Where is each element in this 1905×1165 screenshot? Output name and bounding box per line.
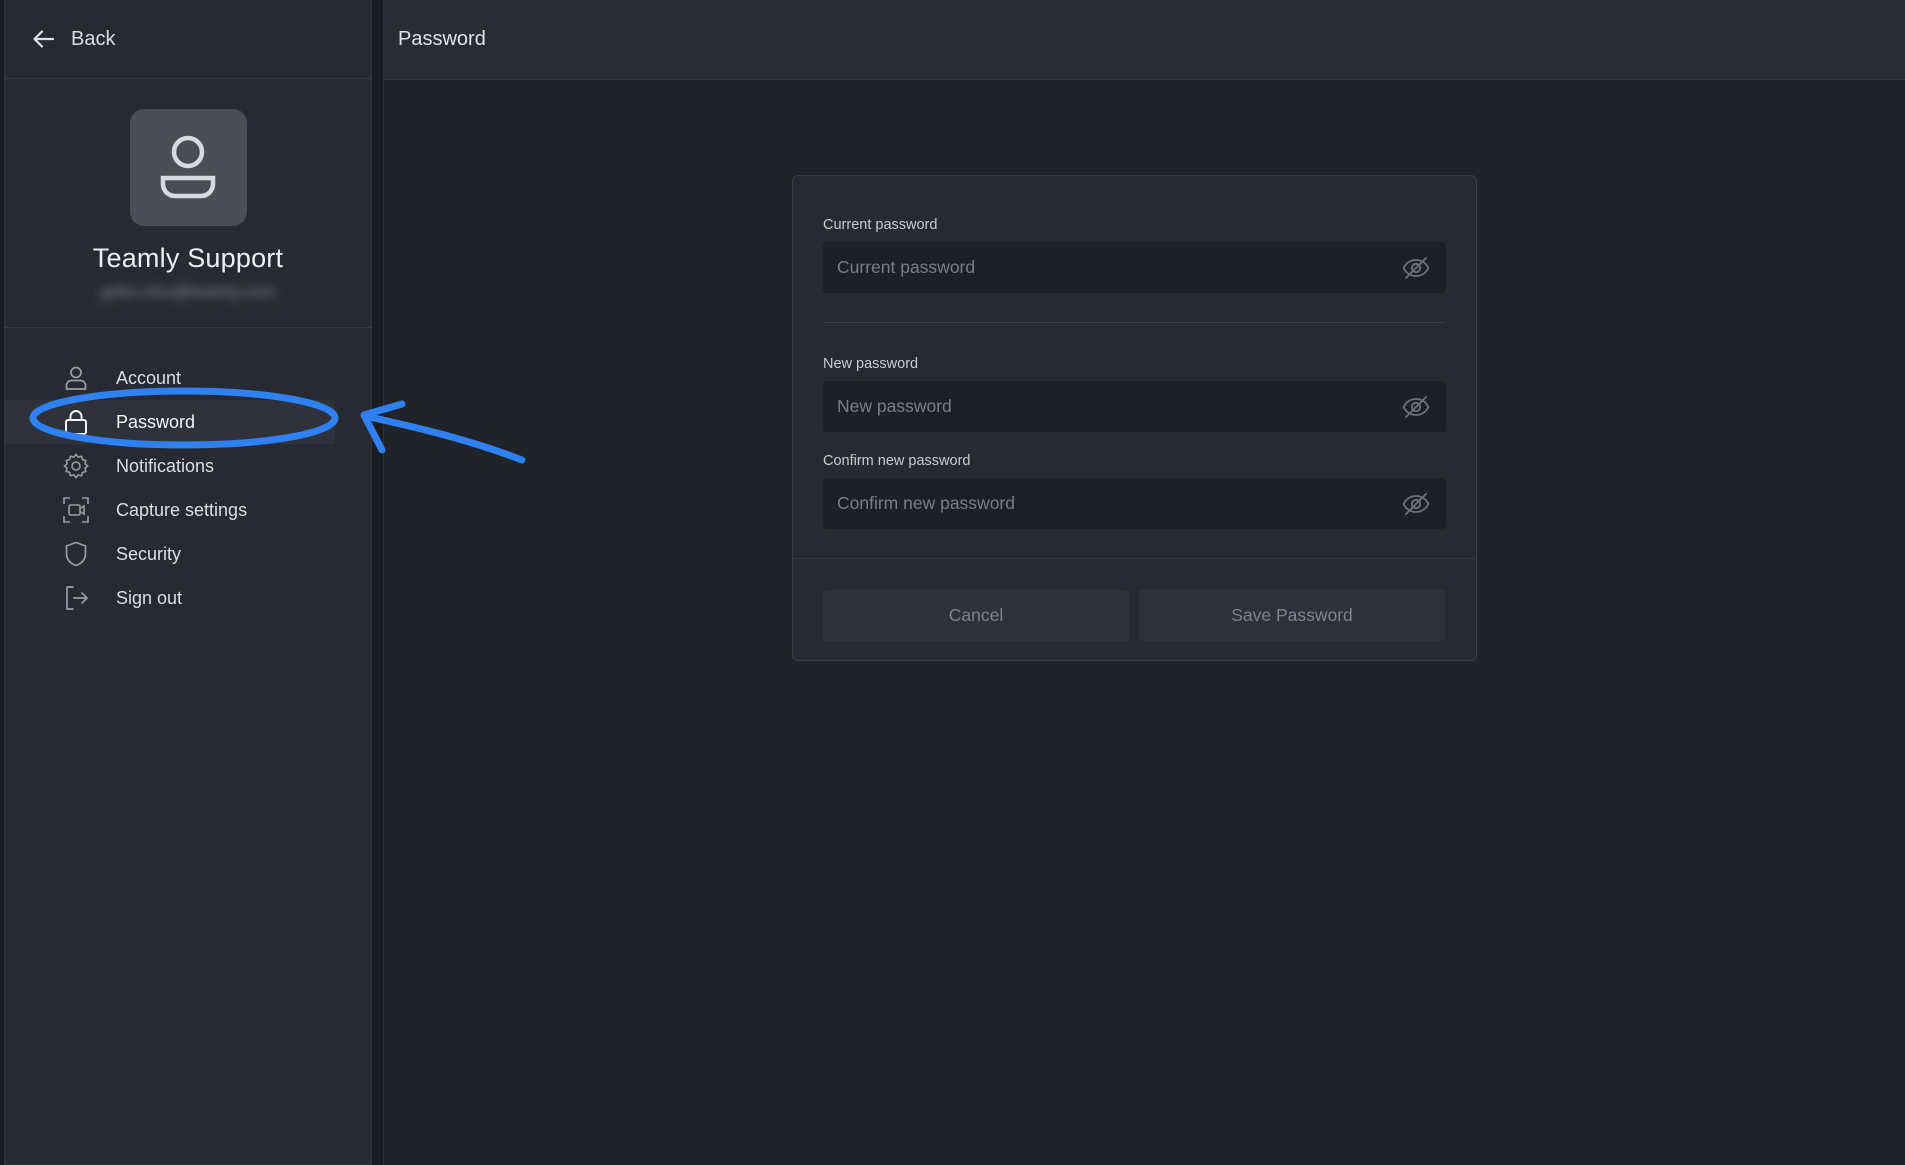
sidebar-item-sign-out[interactable]: Sign out bbox=[5, 576, 371, 620]
new-password-field bbox=[823, 381, 1446, 432]
new-password-input[interactable] bbox=[837, 396, 1400, 417]
sidebar-item-label: Security bbox=[116, 543, 182, 564]
current-password-input[interactable] bbox=[837, 257, 1400, 278]
footer-divider bbox=[793, 558, 1476, 559]
sidebar-header: Back bbox=[5, 0, 371, 79]
avatar bbox=[129, 109, 247, 226]
new-password-label: New password bbox=[823, 356, 919, 372]
settings-nav: Account Password Notifications Capture s… bbox=[5, 328, 371, 620]
settings-sidebar: Back Teamly Support gebu.cfsu@teamly.com… bbox=[4, 0, 372, 1165]
sidebar-item-capture-settings[interactable]: Capture settings bbox=[5, 488, 371, 532]
current-password-label: Current password bbox=[823, 217, 938, 233]
save-password-button[interactable]: Save Password bbox=[1139, 590, 1445, 641]
sidebar-item-security[interactable]: Security bbox=[5, 532, 371, 576]
sidebar-item-password[interactable]: Password bbox=[5, 400, 335, 444]
sidebar-item-notifications[interactable]: Notifications bbox=[5, 444, 371, 488]
eye-off-icon[interactable] bbox=[1400, 488, 1432, 520]
confirm-password-label: Confirm new password bbox=[823, 453, 971, 469]
current-password-field bbox=[823, 242, 1446, 293]
sidebar-item-label: Sign out bbox=[116, 587, 183, 608]
page-title: Password bbox=[398, 28, 486, 50]
camera-icon bbox=[61, 495, 91, 525]
sidebar-item-label: Account bbox=[116, 367, 182, 388]
cancel-button[interactable]: Cancel bbox=[823, 590, 1129, 641]
profile-name: Teamly Support bbox=[92, 243, 284, 273]
confirm-password-field bbox=[823, 478, 1446, 529]
arrow-left-icon bbox=[31, 26, 57, 52]
lock-icon bbox=[61, 407, 91, 437]
back-label: Back bbox=[71, 27, 116, 50]
user-icon bbox=[61, 363, 91, 393]
eye-off-icon[interactable] bbox=[1400, 391, 1432, 423]
section-divider bbox=[823, 322, 1446, 323]
profile-section: Teamly Support gebu.cfsu@teamly.com bbox=[5, 79, 371, 328]
gear-icon bbox=[61, 451, 91, 481]
sidebar-item-label: Password bbox=[116, 411, 196, 432]
eye-off-icon[interactable] bbox=[1400, 252, 1432, 284]
confirm-password-input[interactable] bbox=[837, 493, 1400, 514]
user-avatar-icon bbox=[160, 135, 216, 198]
back-button[interactable]: Back bbox=[31, 26, 115, 52]
password-form-card: Current password New password Confirm ne… bbox=[792, 175, 1477, 661]
sidebar-item-label: Notifications bbox=[116, 455, 215, 476]
page-header: Password bbox=[384, 0, 1905, 80]
sign-out-icon bbox=[61, 583, 91, 613]
sidebar-item-account[interactable]: Account bbox=[5, 356, 371, 400]
profile-email: gebu.cfsu@teamly.com bbox=[99, 282, 277, 301]
shield-icon bbox=[61, 539, 91, 569]
sidebar-item-label: Capture settings bbox=[116, 499, 248, 520]
main-panel: Password Current password New password C… bbox=[383, 0, 1905, 1165]
